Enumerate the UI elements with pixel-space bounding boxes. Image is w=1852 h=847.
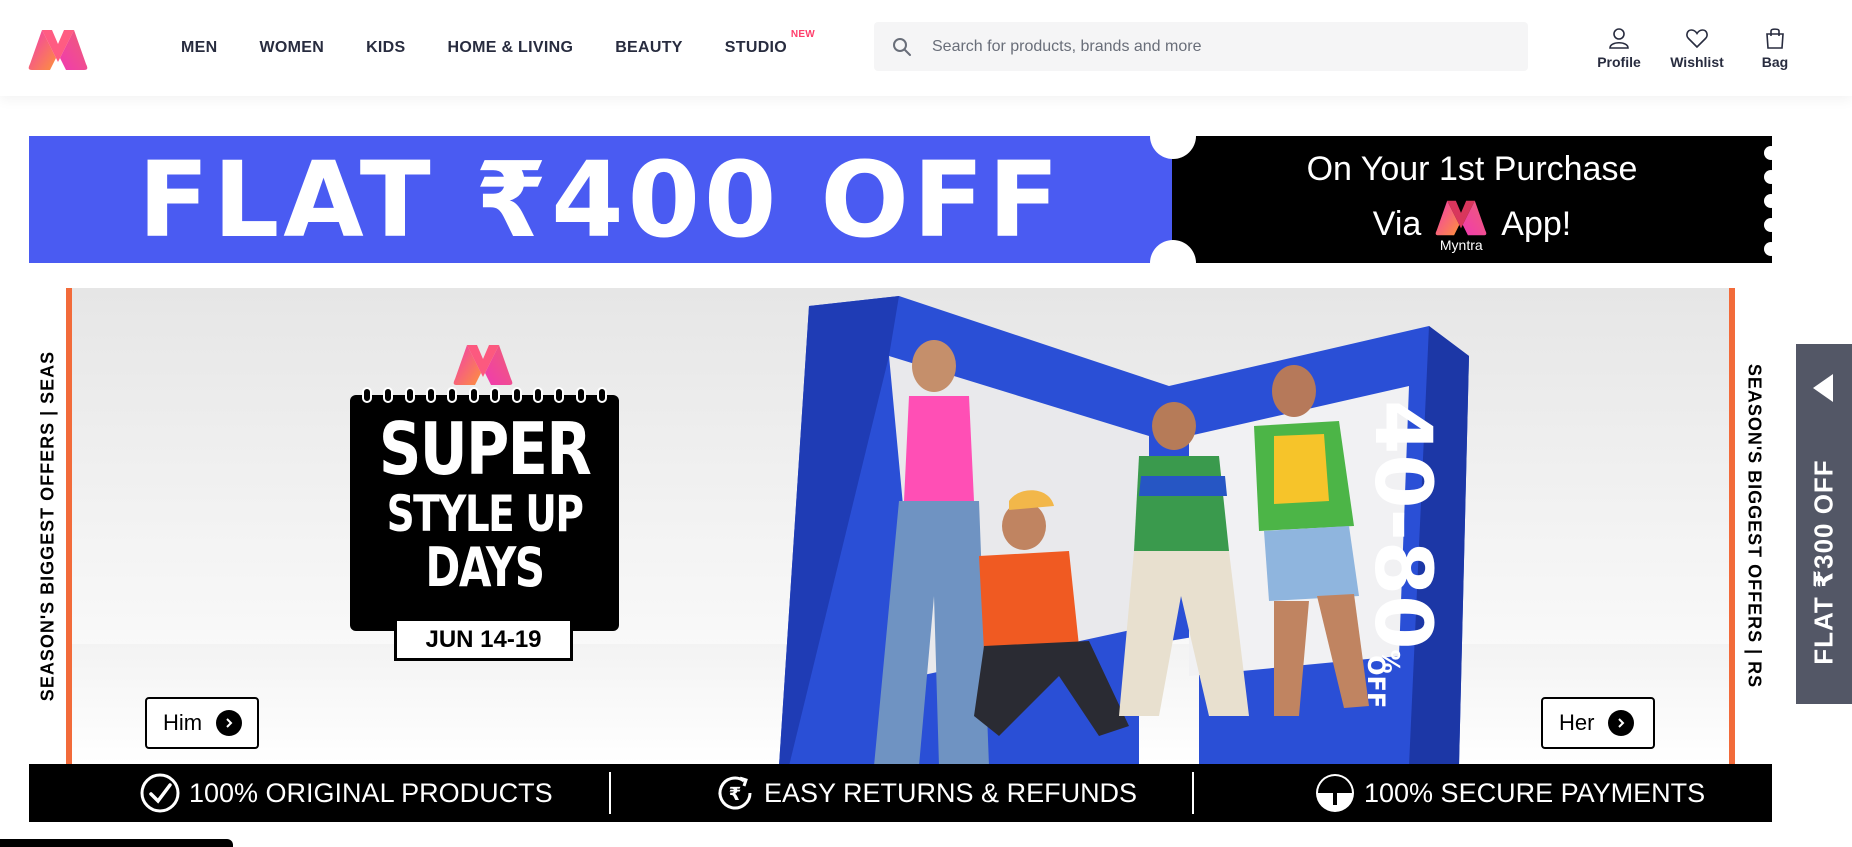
ticket-perforation bbox=[1764, 170, 1778, 184]
nav-studio[interactable]: STUDIO NEW bbox=[724, 29, 815, 57]
profile-icon bbox=[1609, 28, 1629, 49]
sale-title-line2: STYLE UP bbox=[386, 485, 584, 543]
ticket-perforation bbox=[1764, 146, 1778, 160]
umbrella-shield-icon bbox=[1316, 774, 1354, 812]
main-nav: MEN WOMEN KIDS HOME & LIVING BEAUTY STUD… bbox=[181, 0, 829, 96]
sale-date: JUN 14-19 bbox=[394, 618, 573, 661]
discount-label: 40-80% OFF bbox=[1357, 400, 1447, 732]
trust-original-label: 100% ORIGINAL PRODUCTS bbox=[189, 777, 553, 808]
promo-line2: Via Myntra App! bbox=[1172, 195, 1772, 253]
search-bar bbox=[874, 22, 1528, 71]
trust-returns-label: EASY RETURNS & REFUNDS bbox=[764, 777, 1138, 808]
offer-strip-left-text: SEASON'S BIGGEST OFFERS | SEAS bbox=[37, 350, 57, 702]
myntra-logo[interactable] bbox=[28, 28, 88, 72]
ticket-notch-bottom bbox=[1150, 240, 1196, 286]
top-header: MEN WOMEN KIDS HOME & LIVING BEAUTY STUD… bbox=[0, 0, 1852, 96]
ticket-perforation bbox=[1764, 218, 1778, 232]
shop-her-button[interactable]: Her bbox=[1541, 697, 1655, 749]
wishlist-button[interactable]: Wishlist bbox=[1658, 26, 1736, 70]
promo-via: Via bbox=[1372, 204, 1422, 243]
trust-bar: 100% ORIGINAL PRODUCTS ₹ EASY RETURNS & … bbox=[29, 764, 1772, 822]
nav-men-label: MEN bbox=[181, 39, 218, 56]
sale-title-line3: DAYS bbox=[425, 536, 545, 599]
myntra-logo-hero bbox=[453, 345, 513, 385]
bag-button[interactable]: Bag bbox=[1736, 26, 1814, 70]
promo-app-panel: On Your 1st Purchase Via Myntra App! bbox=[1172, 136, 1772, 263]
sale-title-line1: SUPER bbox=[378, 407, 592, 491]
nav-kids-label: KIDS bbox=[366, 39, 406, 56]
caret-left-icon bbox=[1813, 374, 1833, 402]
nav-home-living[interactable]: HOME & LIVING bbox=[448, 39, 574, 57]
promo-brand-name: Myntra bbox=[1439, 237, 1483, 253]
trust-returns: ₹ EASY RETURNS & REFUNDS bbox=[714, 764, 1137, 822]
chevron-right-icon bbox=[216, 710, 243, 736]
myntra-logo-small bbox=[1435, 200, 1487, 236]
bag-icon bbox=[1766, 28, 1784, 49]
nav-home-living-label: HOME & LIVING bbox=[447, 39, 574, 56]
nav-studio-label: STUDIO bbox=[724, 39, 788, 56]
nav-men[interactable]: MEN bbox=[181, 39, 217, 57]
discount-off: OFF bbox=[1362, 655, 1390, 709]
offer-strip-right-text: SEASON'S BIGGEST OFFERS | RS bbox=[1744, 363, 1764, 689]
trust-divider bbox=[609, 772, 611, 814]
offer-strip-left: SEASON'S BIGGEST OFFERS | SEAS bbox=[29, 288, 72, 764]
svg-text:₹: ₹ bbox=[729, 784, 742, 805]
promo-line1: On Your 1st Purchase bbox=[1306, 150, 1638, 188]
check-circle-icon bbox=[140, 773, 180, 813]
wishlist-label: Wishlist bbox=[1670, 54, 1724, 70]
trust-secure: 100% SECURE PAYMENTS bbox=[1314, 764, 1705, 822]
new-badge: NEW bbox=[790, 29, 816, 40]
offer-strip-right: SEASON'S BIGGEST OFFERS | RS bbox=[1729, 288, 1772, 764]
trust-divider bbox=[1192, 772, 1194, 814]
ticket-perforation bbox=[1764, 242, 1778, 256]
header-actions: Profile Wishlist Bag bbox=[1580, 26, 1814, 70]
ticket-notch-top bbox=[1150, 113, 1196, 159]
hero-banner[interactable]: SEASON'S BIGGEST OFFERS | SEAS SEASON'S … bbox=[29, 288, 1772, 764]
shop-him-label: Him bbox=[163, 710, 203, 735]
ticket-perforation bbox=[1764, 194, 1778, 208]
shop-her-label: Her bbox=[1559, 710, 1595, 735]
promo-headline: FLAT ₹400 OFF bbox=[137, 138, 1064, 261]
calendar-rings bbox=[362, 387, 607, 403]
flat-offer-tab[interactable]: FLAT ₹300 OFF bbox=[1796, 344, 1852, 704]
trust-original: 100% ORIGINAL PRODUCTS bbox=[139, 764, 553, 822]
bottom-toolbar-edge bbox=[0, 839, 233, 847]
sale-title: SUPER STYLE UP DAYS bbox=[350, 413, 619, 595]
nav-women-label: WOMEN bbox=[259, 39, 325, 56]
promo-app: App! bbox=[1501, 204, 1572, 243]
rupee-refresh-icon: ₹ bbox=[718, 776, 752, 810]
bag-label: Bag bbox=[1761, 54, 1789, 70]
discount-range: 40-80 bbox=[1357, 400, 1447, 650]
chevron-right-icon bbox=[1608, 710, 1635, 736]
nav-kids[interactable]: KIDS bbox=[366, 39, 405, 57]
search-input[interactable] bbox=[932, 37, 1492, 56]
promo-brand: Myntra bbox=[1435, 199, 1487, 253]
heart-icon bbox=[1686, 29, 1708, 49]
promo-offer-panel: FLAT ₹400 OFF bbox=[29, 136, 1172, 263]
flat-offer-tab-label: FLAT ₹300 OFF bbox=[1808, 459, 1839, 665]
search-icon bbox=[893, 37, 911, 56]
promo-banner[interactable]: FLAT ₹400 OFF On Your 1st Purchase Via M… bbox=[29, 113, 1778, 286]
profile-button[interactable]: Profile bbox=[1580, 26, 1658, 70]
profile-label: Profile bbox=[1597, 54, 1641, 70]
nav-beauty-label: BEAUTY bbox=[615, 39, 683, 56]
trust-secure-label: 100% SECURE PAYMENTS bbox=[1364, 777, 1706, 808]
shop-him-button[interactable]: Him bbox=[145, 697, 259, 749]
nav-women[interactable]: WOMEN bbox=[259, 39, 324, 57]
nav-beauty[interactable]: BEAUTY bbox=[615, 39, 683, 57]
sale-calendar: SUPER STYLE UP DAYS bbox=[350, 387, 619, 631]
